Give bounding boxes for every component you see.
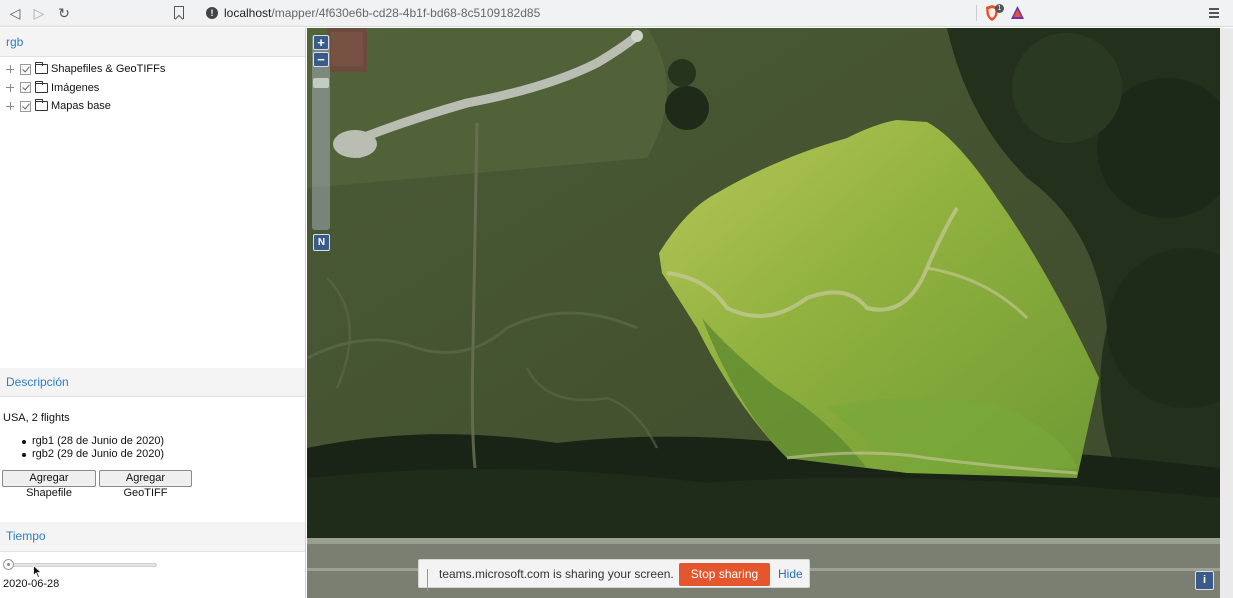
layer-checkbox[interactable] <box>20 63 31 75</box>
time-panel-title: Tiempo <box>0 522 305 552</box>
folder-icon <box>35 62 48 75</box>
tree-item-imagenes[interactable]: Imágenes <box>6 79 165 98</box>
browser-toolbar: ◁ ▷ ↻ ! localhost/mapper/4f630e6b-cd28-4… <box>0 0 1233 27</box>
tree-item-label: Mapas base <box>51 100 111 113</box>
expand-icon[interactable] <box>6 102 14 111</box>
layer-checkbox[interactable] <box>20 82 31 94</box>
tree-item-mapas-base[interactable]: Mapas base <box>6 97 165 116</box>
expand-icon[interactable] <box>6 65 14 74</box>
expand-icon[interactable] <box>6 83 14 92</box>
address-bar[interactable]: localhost/mapper/4f630e6b-cd28-4b1f-bd68… <box>224 6 540 20</box>
back-icon[interactable]: ◁ <box>7 5 23 21</box>
time-date-label: 2020-06-28 <box>3 578 60 590</box>
shield-badge: 1 <box>995 4 1004 13</box>
zoom-in-button[interactable]: + <box>313 35 329 50</box>
tree-item-label: Imágenes <box>51 81 100 94</box>
screen-sharing-bar: teams.microsoft.com is sharing your scre… <box>418 559 810 591</box>
stop-sharing-button[interactable]: Stop sharing <box>679 563 770 586</box>
map-view[interactable]: + − N i <box>307 28 1220 598</box>
layers-panel-title: rgb <box>0 28 305 57</box>
layer-checkbox[interactable] <box>20 100 31 112</box>
mouse-cursor-icon <box>33 565 42 578</box>
window-edge <box>1220 28 1233 598</box>
description-panel-title: Descripción <box>0 368 305 397</box>
folder-icon <box>35 99 48 112</box>
url-path: /mapper/4f630e6b-cd28-4b1f-bd68-8c510918… <box>271 6 541 20</box>
satellite-basemap <box>307 28 1220 598</box>
list-item: rgb1 (28 de Junio de 2020) <box>21 435 165 447</box>
reload-icon[interactable]: ↻ <box>56 5 72 21</box>
attribution-info-button[interactable]: i <box>1195 571 1214 590</box>
folder-icon <box>35 80 48 93</box>
description-text: USA, 2 flights <box>3 412 70 424</box>
sharing-message: teams.microsoft.com is sharing your scre… <box>439 567 674 581</box>
url-host: localhost <box>224 6 272 20</box>
bookmark-icon[interactable] <box>174 6 184 19</box>
layer-tree: Shapefiles & GeoTIFFs Imágenes Mapas bas… <box>6 60 165 116</box>
forward-icon[interactable]: ▷ <box>31 5 47 21</box>
list-item: rgb2 (29 de Junio de 2020) <box>21 448 165 460</box>
brave-rewards-icon[interactable] <box>1010 5 1025 20</box>
add-geotiff-button[interactable]: Agregar GeoTIFF <box>99 470 192 499</box>
tree-item-label: Shapefiles & GeoTIFFs <box>51 63 166 76</box>
drag-handle-icon[interactable] <box>427 569 431 591</box>
left-panel: rgb Shapefiles & GeoTIFFs Imágenes Mapas… <box>0 28 306 598</box>
hide-button[interactable]: Hide <box>778 567 803 581</box>
reset-north-button[interactable]: N <box>313 234 330 251</box>
site-info-icon[interactable]: ! <box>206 7 218 19</box>
tree-item-shapefiles[interactable]: Shapefiles & GeoTIFFs <box>6 60 165 79</box>
zoom-out-button[interactable]: − <box>313 52 329 67</box>
time-slider-track[interactable] <box>8 563 157 567</box>
time-slider-handle[interactable] <box>3 559 14 570</box>
zoom-slider-handle[interactable] <box>313 78 329 88</box>
flight-list: rgb1 (28 de Junio de 2020) rgb2 (29 de J… <box>21 435 165 461</box>
add-shapefile-button[interactable]: Agregar Shapefile <box>2 470 96 499</box>
menu-icon[interactable] <box>1209 8 1219 18</box>
toolbar-divider <box>976 5 977 21</box>
